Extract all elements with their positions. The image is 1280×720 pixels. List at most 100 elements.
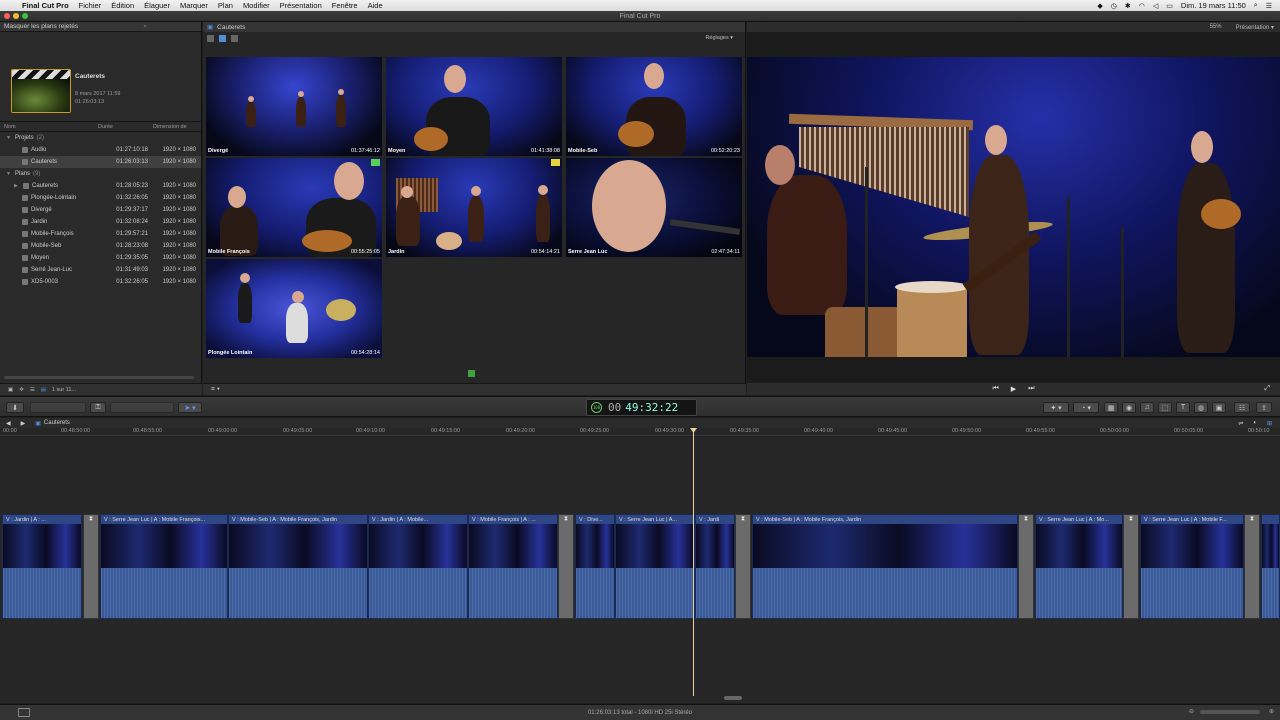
time-machine-icon[interactable]: ◷ <box>1111 2 1117 10</box>
group-plans[interactable]: ▼ Plans (9) <box>0 168 201 180</box>
timeline-clip[interactable]: V : Jardin | A : ... <box>2 514 82 619</box>
audio-icon[interactable] <box>231 34 238 42</box>
share-button[interactable]: ⇪ <box>1256 402 1272 413</box>
titles-button[interactable]: T <box>1176 402 1190 413</box>
column-duration[interactable]: Durée <box>98 124 153 130</box>
zoom-window-button[interactable] <box>22 13 28 19</box>
zoom-out-icon[interactable]: ⊖ <box>1189 708 1194 715</box>
effects-button[interactable]: ⬚ <box>1158 402 1172 413</box>
column-dimension[interactable]: Dimension de <box>153 124 187 130</box>
filter-label[interactable]: Masquer les plans rejetés <box>4 23 78 30</box>
background-render-gauge-icon[interactable]: 100 <box>591 402 602 413</box>
list-item[interactable]: Cauterets 01:26:03:13 1920 × 1080 <box>0 156 201 168</box>
dashboard-timecode[interactable]: 100 00 49:32:22 <box>586 399 697 416</box>
browser-clip[interactable]: Mobile-Seb 00:52:20:23 <box>566 57 742 156</box>
menu-aide[interactable]: Aide <box>368 1 383 10</box>
library-view-icon[interactable] <box>207 34 214 42</box>
close-window-button[interactable] <box>4 13 10 19</box>
list-item[interactable]: XD5-0003 01:32:26:05 1920 × 1080 <box>0 276 201 288</box>
menu-plan[interactable]: Plan <box>218 1 233 10</box>
timeline-clip[interactable]: V : Jardi <box>695 514 735 619</box>
gear-icon[interactable]: ✲ <box>19 387 24 393</box>
retime-menu[interactable]: ◔ ▾ <box>1073 402 1099 413</box>
transition[interactable]: ⧗ <box>83 514 99 619</box>
audio-skimming-icon[interactable]: ◐ <box>1253 420 1257 427</box>
background-tasks-icon[interactable] <box>468 370 475 377</box>
back-arrow-icon[interactable]: ◀ <box>6 420 11 427</box>
transition[interactable]: ⧗ <box>1018 514 1034 619</box>
tool-select-menu[interactable]: ➤ ▾ <box>178 402 202 413</box>
spotlight-icon[interactable]: ⌕ <box>1254 2 1258 10</box>
list-item[interactable]: Mobile-François 01:29:57:21 1920 × 1080 <box>0 228 201 240</box>
menu-modifier[interactable]: Modifier <box>243 1 270 10</box>
timeline-scrollbar[interactable] <box>724 696 742 700</box>
menu-presentation[interactable]: Présentation <box>280 1 322 10</box>
edit-buttons[interactable] <box>110 402 174 413</box>
menu-fichier[interactable]: Fichier <box>79 1 102 10</box>
timeline-clip[interactable]: V : Serre Jean Luc | A : Mobile François… <box>100 514 228 619</box>
timeline-clip[interactable]: V : Serre Jean Luc | A... <box>615 514 695 619</box>
filmstrip-view-icon[interactable]: ▤ <box>41 387 46 393</box>
timeline-clip[interactable]: V : Mobile-Seb | A : Mobile François, Ja… <box>752 514 1018 619</box>
library-scrollbar[interactable] <box>4 376 194 379</box>
list-item[interactable]: Mobile-Seb 01:28:23:08 1920 × 1080 <box>0 240 201 252</box>
themes-button[interactable]: ▣ <box>1212 402 1226 413</box>
browser-clip[interactable]: Divergé 01:37:46:12 <box>206 57 382 156</box>
timeline-clip[interactable] <box>1261 514 1280 619</box>
disclosure-closed-icon[interactable]: ▶ <box>14 183 20 189</box>
wifi-icon[interactable]: ◠ <box>1139 2 1145 10</box>
transition[interactable]: ⧗ <box>1244 514 1260 619</box>
next-edit-icon[interactable]: ⏭ <box>1028 385 1034 393</box>
transition[interactable]: ⧗ <box>1123 514 1139 619</box>
play-icon[interactable]: ▶ <box>1011 385 1016 393</box>
disclosure-open-icon[interactable]: ▼ <box>6 135 12 141</box>
list-item[interactable]: Serré Jean-Luc 01:31:49:03 1920 × 1080 <box>0 264 201 276</box>
import-button[interactable]: ⬇ <box>6 402 24 413</box>
fullscreen-icon[interactable]: ⤢ <box>1264 385 1270 393</box>
browser-clip[interactable]: Jardin 00:54:14:21 <box>386 158 562 257</box>
presentation-menu[interactable]: Présentation ▾ <box>1236 24 1274 31</box>
timeline-ruler[interactable]: 00:00 00:48:50:00 00:48:55:00 00:49:00:0… <box>0 428 1280 436</box>
timeline-clip[interactable]: V : Dive... <box>575 514 615 619</box>
app-menu[interactable]: Final Cut Pro <box>22 1 69 10</box>
playhead[interactable] <box>693 428 694 696</box>
dropbox-icon[interactable]: ◆ <box>1097 2 1102 10</box>
settings-menu[interactable]: Réglages ▾ <box>705 35 733 41</box>
zoom-in-icon[interactable]: ⊕ <box>1269 708 1274 715</box>
inspector-button[interactable]: ☷ <box>1234 402 1250 413</box>
bluetooth-icon[interactable]: ✱ <box>1125 2 1131 10</box>
list-item[interactable]: Jardin 01:32:08:24 1920 × 1080 <box>0 216 201 228</box>
list-item[interactable]: Divergé 01:29:37:17 1920 × 1080 <box>0 204 201 216</box>
browser-clip[interactable]: Plongée Lointain 00:54:28:14 <box>206 259 382 358</box>
search-icon[interactable]: ⌕ <box>143 23 147 31</box>
menu-edition[interactable]: Édition <box>111 1 134 10</box>
filmstrip-icon[interactable] <box>219 34 226 42</box>
list-item[interactable]: ▶ Cauterets 01:28:05:23 1920 × 1080 <box>0 180 201 192</box>
media-browser-button[interactable]: ▦ <box>1104 402 1118 413</box>
transition[interactable]: ⧗ <box>558 514 574 619</box>
list-item[interactable]: Plongée-Lointain 01:32:26:05 1920 × 1080 <box>0 192 201 204</box>
snapping-icon[interactable]: ⊞ <box>1267 420 1272 427</box>
minimize-window-button[interactable] <box>13 13 19 19</box>
show-libraries-icon[interactable]: ▣ <box>8 387 13 393</box>
forward-arrow-icon[interactable]: ▶ <box>21 420 26 427</box>
viewer-frame[interactable] <box>747 57 1280 357</box>
group-projects[interactable]: ▼ Projets (2) <box>0 132 201 144</box>
list-item[interactable]: Audio 01:27:10:18 1920 × 1080 <box>0 144 201 156</box>
transition[interactable]: ⧗ <box>735 514 751 619</box>
browser-clip[interactable]: Serre Jean Luc 02:47:34:11 <box>566 158 742 257</box>
battery-icon[interactable]: ▭ <box>1166 2 1173 10</box>
timeline-clip[interactable]: V : Mobile François | A : ... <box>468 514 558 619</box>
timeline-clip[interactable]: V : Serre Jean Luc | A : Mo... <box>1035 514 1123 619</box>
menubar-clock[interactable]: Dim. 19 mars 11:50 <box>1181 1 1246 10</box>
browser-clip[interactable]: Mobile François 00:55:25:05 <box>206 158 382 257</box>
browser-clip[interactable]: Moyen 01:41:38:08 <box>386 57 562 156</box>
timeline[interactable]: V : Jardin | A : ... ⧗ V : Serre Jean Lu… <box>0 437 1280 703</box>
timeline-index-icon[interactable] <box>18 708 30 717</box>
column-name[interactable]: Nom <box>4 124 98 130</box>
keyword-button[interactable]: ⚿ <box>90 402 106 413</box>
connect-buttons[interactable] <box>30 402 86 413</box>
zoom-menu[interactable]: 55% <box>1210 24 1222 30</box>
photos-button[interactable]: ◉ <box>1122 402 1136 413</box>
notification-center-icon[interactable]: ☰ <box>1266 2 1272 10</box>
